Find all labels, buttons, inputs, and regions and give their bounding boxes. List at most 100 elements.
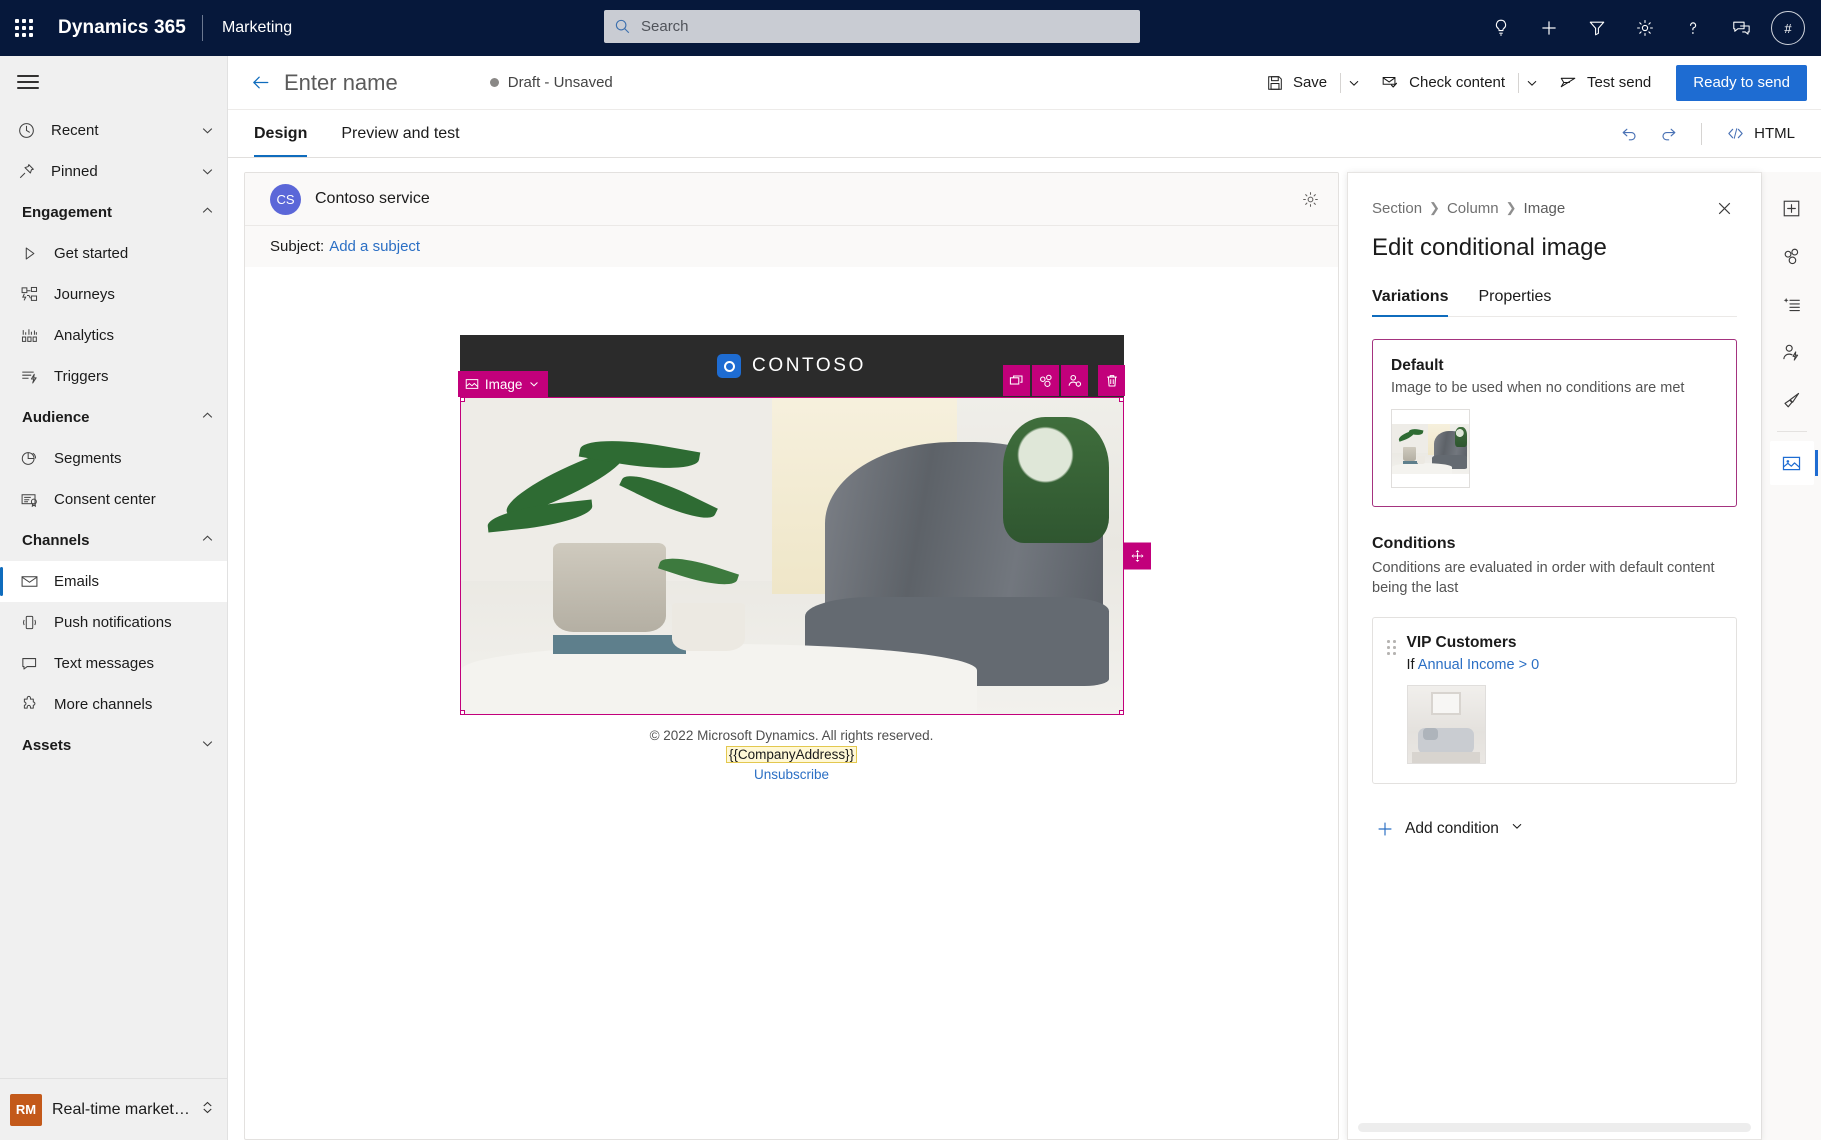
sidebar-item-analytics[interactable]: Analytics — [0, 315, 227, 356]
company-address-token[interactable]: {{CompanyAddress}} — [725, 746, 858, 764]
sidebar-item-label: Text messages — [54, 655, 155, 672]
area-switcher[interactable]: RM Real-time marketi... — [0, 1078, 227, 1140]
add-subject-link[interactable]: Add a subject — [329, 238, 420, 255]
check-content-icon — [1382, 77, 1398, 88]
templates-icon — [1783, 297, 1800, 311]
filter-icon — [1589, 21, 1605, 36]
global-search[interactable] — [604, 10, 1140, 43]
unsubscribe-link[interactable]: Unsubscribe — [460, 767, 1124, 782]
block-type-tag[interactable]: Image — [457, 371, 549, 397]
chevron-up-icon — [200, 203, 215, 222]
html-view-button[interactable]: HTML — [1716, 116, 1805, 152]
settings-button[interactable] — [1621, 4, 1669, 52]
hamburger-icon — [17, 71, 39, 93]
sidebar-item-more-channels[interactable]: More channels — [0, 684, 227, 725]
tab-variations[interactable]: Variations — [1372, 288, 1456, 317]
sidebar-item-label: Segments — [54, 450, 122, 467]
sidebar-group-audience[interactable]: Audience — [0, 397, 227, 438]
move-block-handle[interactable] — [1123, 542, 1151, 570]
sidebar-item-push-notifications[interactable]: Push notifications — [0, 602, 227, 643]
designer-tabs: Design Preview and test HTML — [228, 110, 1821, 158]
copyright-text: © 2022 Microsoft Dynamics. All rights re… — [649, 728, 934, 743]
condition-operator[interactable]: > — [1519, 657, 1527, 673]
check-content-button[interactable]: Check content — [1370, 65, 1516, 101]
redo-button[interactable] — [1651, 116, 1687, 152]
image-panel-button[interactable] — [1769, 441, 1818, 485]
back-button[interactable] — [244, 67, 276, 99]
panel-horizontal-scrollbar[interactable] — [1358, 1123, 1751, 1132]
resize-handle-bottom-left[interactable] — [460, 710, 465, 714]
command-bar-actions: Save Check content Test send Ready to se… — [1255, 64, 1807, 101]
resize-handle-top-left[interactable] — [460, 398, 465, 402]
default-variation-thumbnail[interactable] — [1391, 409, 1470, 488]
personalization-button[interactable] — [1770, 330, 1814, 374]
tab-design[interactable]: Design — [244, 110, 317, 157]
undo-icon — [1622, 128, 1636, 140]
email-metadata: CS Contoso service Subject: Add a subjec… — [245, 173, 1338, 267]
breadcrumb-column[interactable]: Column — [1447, 200, 1499, 217]
undo-button[interactable] — [1611, 116, 1647, 152]
default-variation-card[interactable]: Default Image to be used when no conditi… — [1372, 339, 1737, 507]
tab-properties[interactable]: Properties — [1478, 288, 1559, 316]
condition-value[interactable]: 0 — [1531, 657, 1539, 673]
sidebar-item-text-messages[interactable]: Text messages — [0, 643, 227, 684]
app-launcher-button[interactable] — [0, 0, 48, 56]
templates-button[interactable] — [1770, 282, 1814, 326]
variants-button[interactable] — [1032, 365, 1060, 396]
top-navigation-bar: Dynamics 365 Marketing Search # — [0, 0, 1821, 56]
save-dropdown-button[interactable] — [1340, 65, 1368, 101]
panel-title: Edit conditional image — [1372, 234, 1607, 261]
sidebar-group-assets[interactable]: Assets — [0, 725, 227, 766]
condition-card[interactable]: VIP Customers If Annual Income > 0 — [1372, 617, 1737, 785]
close-panel-button[interactable] — [1711, 195, 1737, 221]
styles-button[interactable] — [1770, 378, 1814, 422]
sidebar-item-consent-center[interactable]: Consent center — [0, 479, 227, 520]
app-name-label[interactable]: Marketing — [203, 19, 292, 37]
tab-preview-and-test[interactable]: Preview and test — [331, 110, 469, 157]
thumbnail-image — [1392, 423, 1469, 474]
drag-handle-icon[interactable] — [1387, 634, 1396, 764]
mail-icon — [20, 572, 42, 592]
resize-handle-top-right[interactable] — [1118, 398, 1123, 402]
add-element-button[interactable] — [1770, 186, 1814, 230]
sidebar-item-segments[interactable]: Segments — [0, 438, 227, 479]
sidebar-item-get-started[interactable]: Get started — [0, 233, 227, 274]
nav-collapse-button[interactable] — [0, 60, 227, 104]
ready-to-send-button[interactable]: Ready to send — [1676, 64, 1807, 101]
image-frame[interactable] — [459, 397, 1124, 715]
search-input[interactable] — [631, 18, 1130, 35]
duplicate-block-button[interactable] — [1003, 365, 1031, 396]
sidebar-item-journeys[interactable]: Journeys — [0, 274, 227, 315]
sidebar-group-engagement[interactable]: Engagement — [0, 192, 227, 233]
sidebar-group-channels[interactable]: Channels — [0, 520, 227, 561]
personalize-button[interactable] — [1061, 365, 1089, 396]
selected-image-block[interactable]: Image — [457, 365, 1151, 715]
user-avatar[interactable]: # — [1771, 11, 1805, 45]
insights-button[interactable] — [1477, 4, 1525, 52]
add-condition-button[interactable]: Add condition — [1372, 813, 1528, 844]
sidebar-item-recent[interactable]: Recent — [0, 110, 227, 151]
breadcrumb-image[interactable]: Image — [1524, 200, 1566, 217]
save-button[interactable]: Save — [1255, 65, 1338, 101]
filter-button[interactable] — [1573, 4, 1621, 52]
delete-block-button[interactable] — [1098, 365, 1126, 396]
page-title[interactable]: Enter name — [284, 70, 398, 96]
sidebar-item-emails[interactable]: Emails — [0, 561, 227, 602]
test-send-button[interactable]: Test send — [1548, 65, 1662, 101]
feedback-button[interactable] — [1717, 4, 1765, 52]
elements-button[interactable] — [1770, 234, 1814, 278]
sidebar-group-label: Engagement — [22, 204, 113, 221]
email-settings-button[interactable] — [1301, 190, 1320, 209]
sidebar-item-label: Get started — [54, 245, 129, 262]
condition-thumbnail[interactable] — [1406, 685, 1486, 765]
designer-workspace: CS Contoso service Subject: Add a subjec… — [228, 158, 1821, 1140]
new-button[interactable] — [1525, 4, 1573, 52]
condition-attribute[interactable]: Annual Income — [1418, 657, 1515, 673]
help-button[interactable] — [1669, 4, 1717, 52]
sidebar-item-triggers[interactable]: Triggers — [0, 356, 227, 397]
check-content-dropdown-button[interactable] — [1518, 65, 1546, 101]
brand-title[interactable]: Dynamics 365 — [48, 17, 202, 39]
breadcrumb-section[interactable]: Section — [1372, 200, 1422, 217]
sidebar-item-pinned[interactable]: Pinned — [0, 151, 227, 192]
resize-handle-bottom-right[interactable] — [1118, 710, 1123, 714]
